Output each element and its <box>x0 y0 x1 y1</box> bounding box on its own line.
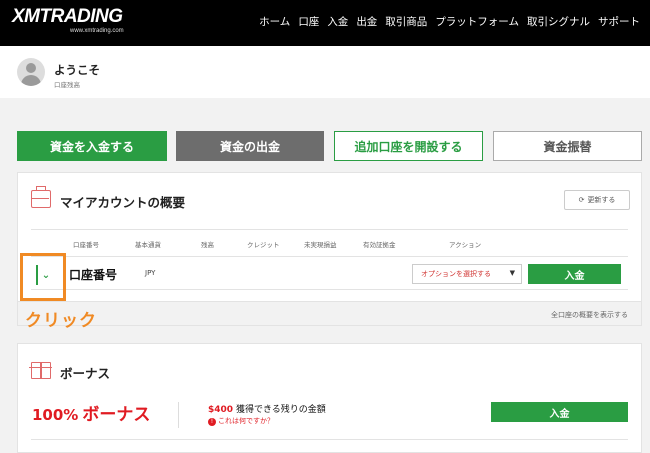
update-button[interactable]: ⟳ 更新する <box>564 190 630 210</box>
account-type-text: 口座残高 <box>54 81 80 89</box>
open-account-button[interactable]: 追加口座を開設する <box>334 131 483 161</box>
nav-deposit[interactable]: 入金 <box>327 14 348 30</box>
withdraw-funds-button[interactable]: 資金の出金 <box>176 131 324 161</box>
info-icon: ! <box>208 418 216 426</box>
col-account-number: 口座番号 <box>73 241 99 249</box>
avatar <box>17 58 45 86</box>
account-overview-card: マイアカウントの概要 ⟳ 更新する 口座番号 基本通貨 残高 クレジット 未実現… <box>17 172 642 326</box>
transfer-funds-button[interactable]: 資金振替 <box>493 131 642 161</box>
nav-trading-signals[interactable]: 取引シグナル <box>527 14 590 30</box>
update-label: 更新する <box>587 196 616 204</box>
action-select-value: オプションを選択する <box>421 270 491 278</box>
avatar-head-icon <box>26 63 36 73</box>
bonus-remaining: $400 獲得できる残りの金額 <box>208 402 326 415</box>
bonus-card: ボーナス 100% ボーナス $400 獲得できる残りの金額 ! これは何ですか？ … <box>17 343 642 453</box>
user-bar: ようこそ 口座残高 <box>0 46 650 98</box>
bonus-remaining-amount: $400 <box>208 405 234 415</box>
bonus-percent: 100% <box>32 406 79 424</box>
accounts-table-header: 口座番号 基本通貨 残高 クレジット 未実現損益 有効証拠金 アクション <box>31 229 628 255</box>
row-deposit-button[interactable]: 入金 <box>528 264 621 284</box>
nav-accounts[interactable]: 口座 <box>298 14 319 30</box>
bonus-headline: 100% ボーナス <box>32 400 150 425</box>
bonus-deposit-button[interactable]: 入金 <box>491 402 628 422</box>
top-navbar: XMTRADING www.xmtrading.com ホーム 口座 入金 出金… <box>0 0 650 46</box>
col-equity: 有効証拠金 <box>363 241 396 249</box>
show-all-accounts-link[interactable]: 全口座の概要を表示する <box>551 310 628 320</box>
col-balance: 残高 <box>201 241 214 249</box>
col-unrealized-pl: 未実現損益 <box>304 241 337 249</box>
click-annotation: クリック <box>25 311 97 331</box>
nav-instruments[interactable]: 取引商品 <box>385 14 427 30</box>
col-action: アクション <box>449 241 482 249</box>
nav-withdraw[interactable]: 出金 <box>356 14 377 30</box>
main-nav: ホーム 口座 入金 出金 取引商品 プラットフォーム 取引シグナル サポート <box>259 14 640 30</box>
gift-icon <box>29 362 52 379</box>
bonus-headline-text: ボーナス <box>82 405 151 425</box>
logo-url: www.xmtrading.com <box>70 28 124 34</box>
welcome-text: ようこそ <box>54 63 100 77</box>
col-credit: クレジット <box>247 241 280 249</box>
what-is-this-text: これは何ですか？ <box>218 417 274 425</box>
divider <box>31 439 628 440</box>
overview-title: マイアカウントの概要 <box>60 195 186 210</box>
nav-platforms[interactable]: プラットフォーム <box>435 14 519 30</box>
account-currency: JPY <box>145 269 156 277</box>
wallet-icon <box>31 186 51 208</box>
avatar-body-icon <box>21 75 41 86</box>
bonus-remaining-text: 獲得できる残りの金額 <box>235 405 326 415</box>
overview-footer: 全口座の概要を表示する <box>18 301 641 325</box>
account-number-label: 口座番号 <box>69 268 118 282</box>
divider <box>178 402 179 428</box>
chevron-down-icon: ▼ <box>509 269 515 277</box>
table-row: ⌄ 口座番号 JPY オプションを選択する ▼ 入金 <box>31 256 628 290</box>
col-base-currency: 基本通貨 <box>135 241 161 249</box>
nav-home[interactable]: ホーム <box>259 14 290 30</box>
refresh-icon: ⟳ <box>578 196 585 204</box>
action-select[interactable]: オプションを選択する ▼ <box>412 264 522 284</box>
click-highlight-box <box>20 253 66 301</box>
xm-logo[interactable]: XMTRADING <box>12 7 123 27</box>
nav-support[interactable]: サポート <box>598 14 640 30</box>
bonus-title: ボーナス <box>60 366 111 381</box>
what-is-this-link[interactable]: ! これは何ですか？ <box>208 416 274 426</box>
deposit-funds-button[interactable]: 資金を入金する <box>17 131 167 161</box>
